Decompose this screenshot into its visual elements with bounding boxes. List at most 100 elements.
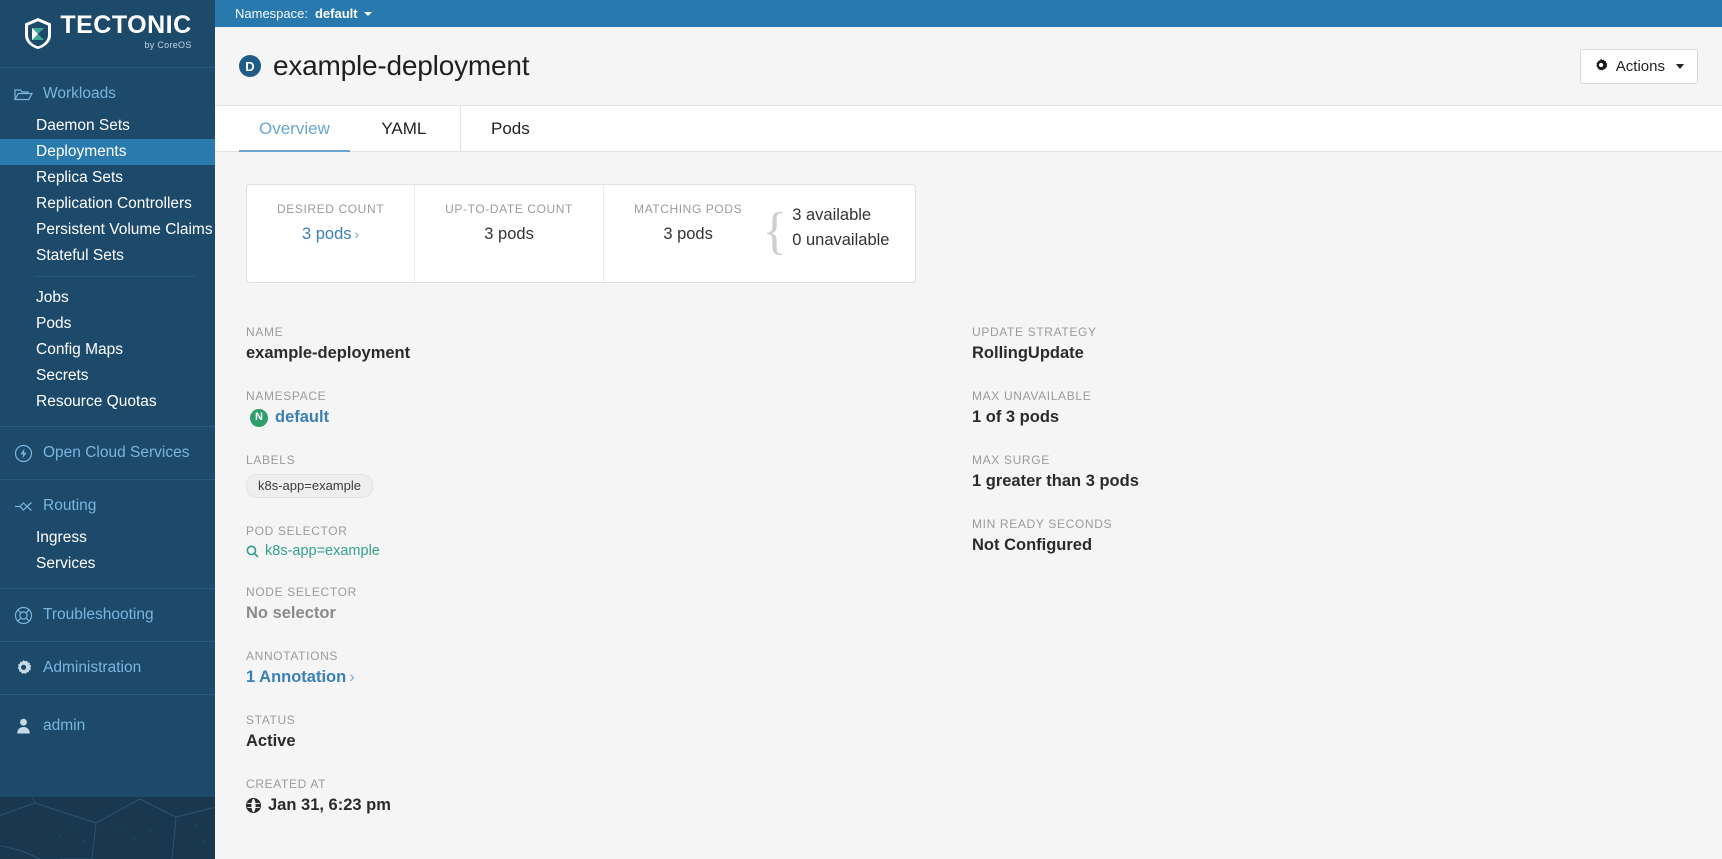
field-name: Name example-deployment — [246, 325, 972, 363]
sidebar-header-label: Administration — [43, 659, 142, 676]
app-root: TECTONIC by CoreOS Workloads Daemon Sets… — [0, 0, 1722, 859]
sidebar-item-jobs[interactable]: Jobs — [0, 285, 215, 311]
field-label: Created At — [246, 777, 327, 791]
up-to-date-count-value: 3 pods — [484, 225, 534, 243]
sidebar: TECTONIC by CoreOS Workloads Daemon Sets… — [0, 0, 215, 859]
desired-count-value: 3 pods — [301, 225, 352, 243]
details-column-left: Name example-deployment Namespace N defa… — [246, 325, 972, 815]
main-area: Namespace: default D example-deployment … — [215, 0, 1722, 859]
sidebar-item-replica-sets[interactable]: Replica Sets — [0, 165, 215, 191]
sidebar-header-troubleshooting[interactable]: Troubleshooting — [0, 600, 215, 630]
sidebar-header-routing[interactable]: Routing — [0, 491, 215, 521]
field-update-strategy: Update Strategy RollingUpdate — [972, 325, 1698, 363]
details-grid: Name example-deployment Namespace N defa… — [239, 325, 1698, 815]
sidebar-header-administration[interactable]: Administration — [0, 653, 215, 683]
gear-icon — [1594, 59, 1608, 73]
field-value-status: Active — [246, 732, 296, 750]
folder-icon — [14, 85, 33, 104]
field-value-max-surge: 1 greater than 3 pods — [972, 472, 1139, 490]
nav-section-routing: Routing Ingress Services — [0, 479, 215, 588]
brand-name: TECTONIC — [60, 11, 192, 39]
field-labels: Labels k8s-app=example — [246, 453, 972, 498]
field-pod-selector: Pod Selector k8s-app=example — [246, 524, 972, 559]
namespace-selector[interactable]: default — [315, 6, 372, 21]
status-card-label: Up-to-date Count — [445, 202, 573, 216]
nav-section-workloads: Workloads Daemon Sets Deployments Replic… — [0, 68, 215, 426]
field-value-node-selector: No selector — [246, 604, 336, 622]
annotations-link[interactable]: 1 Annotation › — [246, 668, 972, 687]
nav-section-user: admin — [0, 694, 215, 759]
page-title: example-deployment — [273, 50, 530, 81]
sidebar-header-open-cloud-services[interactable]: Open Cloud Services — [0, 438, 215, 468]
sidebar-item-secrets[interactable]: Secrets — [0, 363, 215, 389]
brand-tagline: by CoreOS — [144, 40, 192, 50]
sidebar-item-resource-quotas[interactable]: Resource Quotas — [0, 389, 215, 415]
sidebar-item-services[interactable]: Services — [0, 551, 215, 577]
field-created-at: Created At Jan 31, 6:23 pm — [246, 777, 972, 815]
field-namespace: Namespace N default — [246, 389, 972, 427]
desired-count-link[interactable]: 3 pods › — [302, 225, 359, 244]
field-max-surge: Max Surge 1 greater than 3 pods — [972, 453, 1698, 491]
field-annotations: Annotations 1 Annotation › — [246, 649, 972, 687]
sidebar-nav: Workloads Daemon Sets Deployments Replic… — [0, 68, 215, 797]
chevron-right-icon: › — [354, 226, 360, 242]
field-status: Status Active — [246, 713, 972, 751]
field-label: Update Strategy — [972, 325, 1097, 339]
gear-icon — [14, 659, 33, 678]
sidebar-item-config-maps[interactable]: Config Maps — [0, 337, 215, 363]
lightning-circle-icon — [14, 444, 33, 463]
pods-available: 3 available — [792, 206, 872, 224]
field-label: Namespace — [246, 389, 327, 403]
brace-divider: { — [762, 203, 788, 260]
field-value-name: example-deployment — [246, 344, 411, 362]
sidebar-user-label: admin — [43, 717, 86, 734]
sidebar-item-admin[interactable]: admin — [0, 711, 215, 741]
brand-logo[interactable]: TECTONIC by CoreOS — [0, 0, 215, 68]
globe-icon — [246, 798, 261, 813]
tab-overview[interactable]: Overview — [235, 106, 354, 152]
sidebar-item-deployments[interactable]: Deployments — [0, 139, 215, 165]
status-card-label: Matching Pods — [633, 202, 743, 216]
sidebar-item-replication-controllers[interactable]: Replication Controllers — [0, 191, 215, 217]
status-card-label: Desired Count — [277, 202, 385, 216]
label-tag[interactable]: k8s-app=example — [246, 474, 373, 498]
field-min-ready-seconds: Min Ready Seconds Not Configured — [972, 517, 1698, 555]
sidebar-item-daemon-sets[interactable]: Daemon Sets — [0, 113, 215, 139]
namespace-bar: Namespace: default — [215, 0, 1722, 27]
annotations-value: 1 Annotation — [246, 668, 347, 686]
status-card-matching-pods: Matching Pods 3 pods { 3 available 0 una… — [602, 185, 916, 282]
field-max-unavailable: Max Unavailable 1 of 3 pods — [972, 389, 1698, 427]
user-icon — [14, 717, 33, 736]
namespace-selector-value: default — [314, 6, 358, 21]
nav-section-administration: Administration — [0, 641, 215, 694]
status-cards: Desired Count 3 pods › Up-to-date Count 3… — [246, 184, 917, 283]
page-header: D example-deployment Actions — [215, 27, 1722, 105]
overview-content: Desired Count 3 pods › Up-to-date Count 3… — [215, 152, 1722, 859]
status-card-desired-count: Desired Count 3 pods › — [247, 185, 414, 282]
namespace-link[interactable]: default — [275, 408, 329, 427]
actions-button[interactable]: Actions — [1579, 48, 1698, 84]
field-value-update-strategy: RollingUpdate — [972, 344, 1084, 362]
field-label: Annotations — [246, 649, 339, 663]
tab-yaml[interactable]: YAML — [354, 106, 454, 151]
sidebar-footer-pattern — [0, 797, 215, 859]
field-label: Max Unavailable — [972, 389, 1092, 403]
field-label: Status — [246, 713, 296, 727]
namespace-kind-badge: N — [250, 408, 268, 427]
sidebar-item-stateful-sets[interactable]: Stateful Sets — [0, 243, 215, 269]
field-label: Node Selector — [246, 585, 357, 599]
deployment-kind-badge: D — [239, 55, 261, 77]
availability-list: 3 available 0 unavailable — [792, 202, 889, 250]
pod-selector-link[interactable]: k8s-app=example — [265, 543, 380, 559]
sidebar-item-ingress[interactable]: Ingress — [0, 525, 215, 551]
field-label: Name — [246, 325, 284, 339]
sidebar-header-label: Workloads — [43, 85, 116, 102]
field-value-max-unavailable: 1 of 3 pods — [972, 408, 1060, 426]
tab-bar: Overview YAML Pods — [215, 105, 1722, 152]
chevron-right-icon: › — [349, 668, 355, 686]
sidebar-header-workloads[interactable]: Workloads — [0, 79, 215, 109]
tab-pods[interactable]: Pods — [459, 106, 560, 151]
sidebar-item-persistent-volume-claims[interactable]: Persistent Volume Claims — [0, 217, 215, 243]
sidebar-item-pods[interactable]: Pods — [0, 311, 215, 337]
field-label: Pod Selector — [246, 524, 348, 538]
